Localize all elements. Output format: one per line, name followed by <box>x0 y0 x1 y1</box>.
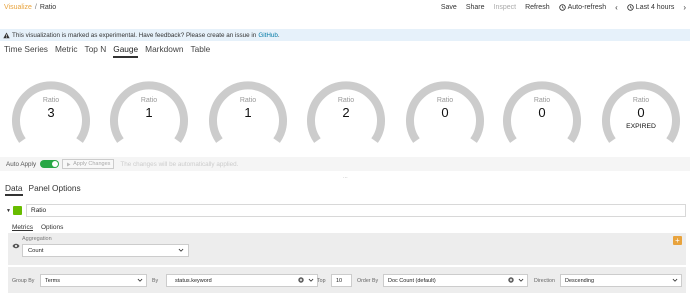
time-range-label: Last 4 hours <box>635 3 675 11</box>
series-row: ▼ Ratio <box>6 204 686 217</box>
by-field-value: status.keyword <box>175 278 212 284</box>
gauge-value: 3 <box>47 105 55 120</box>
share-button[interactable]: Share <box>466 4 485 11</box>
tab-markdown[interactable]: Markdown <box>145 44 183 58</box>
auto-apply-label: Auto Apply <box>6 160 37 168</box>
group-by-select[interactable]: Terms <box>40 274 147 287</box>
eye-icon[interactable] <box>12 236 20 254</box>
gauge: Ratio 0 <box>403 78 487 150</box>
apply-changes-label: Apply Changes <box>73 161 111 167</box>
gauge: Ratio 0 EXPIRED <box>599 78 683 150</box>
chevron-down-icon <box>672 277 678 285</box>
group-by-label: Group By <box>12 278 35 284</box>
gauge-value: 0 <box>441 105 449 120</box>
editor-tabs: Data Panel Options <box>5 183 81 196</box>
apply-changes-button[interactable]: Apply Changes <box>62 159 115 169</box>
gauge: Ratio 1 <box>206 78 290 150</box>
chevron-down-icon <box>518 277 524 285</box>
tab-time-series[interactable]: Time Series <box>4 44 48 58</box>
aggregation-value: Count <box>28 248 44 254</box>
inspect-button[interactable]: Inspect <box>494 4 517 11</box>
tab-metric[interactable]: Metric <box>55 44 78 58</box>
series-sub-tabs: Metrics Options <box>12 224 63 231</box>
direction-value: Descending <box>565 278 595 284</box>
gauge: Ratio 0 <box>500 78 584 150</box>
auto-refresh-label: Auto-refresh <box>567 3 607 11</box>
tab-table[interactable]: Table <box>190 44 210 58</box>
by-field-select[interactable]: status.keyword <box>166 274 318 287</box>
gauge-label: Ratio <box>632 97 650 104</box>
aggregation-select[interactable]: Count <box>22 244 189 257</box>
chevron-down-icon <box>137 277 143 285</box>
gauge-label: Ratio <box>140 97 158 104</box>
aggregation-label: Aggregation <box>22 236 52 242</box>
time-range-picker[interactable]: Last 4 hours <box>627 3 675 11</box>
group-by-value: Terms <box>45 278 60 284</box>
gauge-value: 1 <box>244 105 252 120</box>
direction-select[interactable]: Descending <box>560 274 682 287</box>
top-input[interactable]: 10 <box>331 274 352 287</box>
refresh-button[interactable]: Refresh <box>525 4 550 11</box>
play-icon <box>66 162 71 167</box>
gauge-value: 2 <box>342 105 350 120</box>
tab-gauge[interactable]: Gauge <box>113 44 139 58</box>
gauge-status: EXPIRED <box>626 123 656 130</box>
gauge-panel: Ratio 3 Ratio 1 Ratio 1 Ratio 2 Ratio 0 … <box>0 78 690 150</box>
order-by-select[interactable]: Doc Count (default) <box>383 274 528 287</box>
gauge-value: 0 <box>538 105 546 120</box>
save-button[interactable]: Save <box>441 4 457 11</box>
gauge-value: 1 <box>145 105 153 120</box>
by-label: By <box>152 278 159 284</box>
series-label-input[interactable]: Ratio <box>26 204 686 217</box>
auto-apply-note: The changes will be automatically applie… <box>120 160 239 168</box>
auto-refresh-button[interactable]: Auto-refresh <box>558 3 607 11</box>
clear-icon[interactable] <box>508 277 514 285</box>
order-by-value: Doc Count (default) <box>388 278 436 284</box>
order-by-label: Order By <box>357 278 379 284</box>
breadcrumb-current: Ratio <box>39 3 57 11</box>
banner-text: This visualization is marked as experime… <box>12 31 257 39</box>
auto-apply-toggle[interactable] <box>40 160 60 168</box>
gauge: Ratio 1 <box>107 78 191 150</box>
tab-panel-options[interactable]: Panel Options <box>29 183 81 196</box>
top-menu: Save Share Inspect Refresh Auto-refresh … <box>441 3 686 12</box>
chevron-left-icon[interactable]: ‹ <box>615 3 618 12</box>
chevron-down-icon <box>308 277 314 285</box>
top-nav: Visualize / Ratio Save Share Inspect Ref… <box>0 0 690 14</box>
resize-handle-icon[interactable]: ⋯ <box>343 175 348 181</box>
gauge-label: Ratio <box>436 97 454 104</box>
banner-suffix: . <box>277 31 280 39</box>
gauge-label: Ratio <box>337 97 355 104</box>
gauge: Ratio 3 <box>9 78 93 150</box>
tab-top-n[interactable]: Top N <box>85 44 107 58</box>
chevron-down-icon <box>178 247 184 255</box>
tab-data[interactable]: Data <box>5 183 23 196</box>
gauge-label: Ratio <box>42 97 60 104</box>
gauge-label: Ratio <box>533 97 551 104</box>
tab-metrics[interactable]: Metrics <box>12 224 33 231</box>
add-metric-button[interactable]: + <box>673 236 682 245</box>
gauge-value: 0 <box>637 105 645 120</box>
gauge: Ratio 2 <box>304 78 388 150</box>
tab-options[interactable]: Options <box>41 224 63 231</box>
clock-icon <box>627 3 634 11</box>
breadcrumb-separator: / <box>34 3 37 11</box>
aggregation-panel: Aggregation Count + <box>8 233 686 265</box>
auto-apply-bar: Auto Apply Apply Changes The changes wil… <box>0 157 690 171</box>
series-color-swatch[interactable] <box>13 206 22 215</box>
visualization-type-tabs: Time Series Metric Top N Gauge Markdown … <box>4 44 210 58</box>
breadcrumb-visualize-link[interactable]: Visualize <box>4 4 32 11</box>
group-by-row: Group By Terms By status.keyword Top 10 … <box>8 267 686 293</box>
github-link[interactable]: GitHub <box>258 32 278 39</box>
direction-label: Direction <box>534 278 555 284</box>
warning-icon <box>3 32 10 39</box>
caret-down-icon[interactable]: ▼ <box>6 208 13 214</box>
experimental-banner: This visualization is marked as experime… <box>0 29 690 41</box>
gauge-label: Ratio <box>239 97 257 104</box>
clear-icon[interactable] <box>298 277 304 285</box>
top-label: Top <box>317 278 326 284</box>
clock-icon <box>558 3 566 11</box>
chevron-right-icon[interactable]: › <box>683 3 686 12</box>
